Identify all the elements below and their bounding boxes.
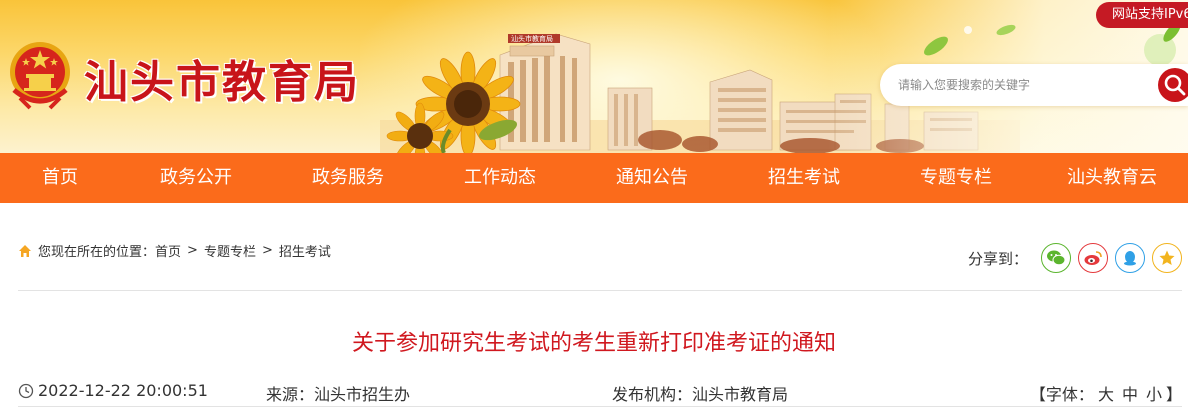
source-label: 来源： xyxy=(266,385,315,404)
search-input[interactable] xyxy=(898,74,1148,96)
content-divider xyxy=(18,290,1182,291)
nav-item-notices[interactable]: 通知公告 xyxy=(576,153,728,203)
font-size-large-button[interactable]: 大 xyxy=(1098,385,1114,404)
breadcrumb-home-link[interactable]: 首页 xyxy=(155,241,181,260)
share-wechat-button[interactable] xyxy=(1041,243,1071,273)
main-nav: 首页 政务公开 政务服务 工作动态 通知公告 招生考试 专题专栏 汕头教育云 xyxy=(0,153,1188,203)
building-sign: 汕头市教育局 xyxy=(511,34,553,43)
search-bar xyxy=(880,64,1188,106)
meta-divider xyxy=(18,406,1182,407)
publisher-label: 发布机构： xyxy=(612,385,693,404)
article-meta: 2022-12-22 20:00:51 来源：汕头市招生办 发布机构：汕头市教育… xyxy=(0,380,1188,404)
search-button[interactable] xyxy=(1158,68,1188,102)
nav-item-education-cloud[interactable]: 汕头教育云 xyxy=(1032,153,1188,203)
nav-item-work-news[interactable]: 工作动态 xyxy=(424,153,576,203)
font-size-suffix: 】 xyxy=(1165,385,1182,404)
publish-date-text: 2022-12-22 20:00:51 xyxy=(38,381,208,400)
home-icon xyxy=(19,244,31,257)
nav-item-home[interactable]: 首页 xyxy=(0,153,120,203)
source-value: 汕头市招生办 xyxy=(314,385,411,404)
ipv6-badge[interactable]: 网站支持IPv6 xyxy=(1096,2,1188,28)
article-publisher: 发布机构：汕头市教育局 xyxy=(612,381,788,405)
national-emblem-logo xyxy=(10,42,70,110)
font-size-medium-button[interactable]: 中 xyxy=(1122,385,1138,404)
article-title: 关于参加研究生考试的考生重新打印准考证的通知 xyxy=(351,331,836,356)
search-icon xyxy=(1164,74,1186,96)
nav-item-special-topics[interactable]: 专题专栏 xyxy=(880,153,1032,203)
share-qq-button[interactable] xyxy=(1115,243,1145,273)
breadcrumb-admissions-link[interactable]: 招生考试 xyxy=(279,241,331,260)
weibo-icon xyxy=(1084,251,1102,265)
share-weibo-button[interactable] xyxy=(1078,243,1108,273)
qzone-icon xyxy=(1159,250,1175,265)
share-qzone-button[interactable] xyxy=(1152,243,1182,273)
breadcrumb-prefix: 您现在所在的位置： xyxy=(38,245,156,260)
font-size-small-button[interactable]: 小 xyxy=(1146,385,1162,404)
nav-item-government-affairs[interactable]: 政务公开 xyxy=(120,153,272,203)
share-label: 分享到： xyxy=(967,249,1028,268)
breadcrumb-separator: > xyxy=(261,243,273,258)
nav-item-government-services[interactable]: 政务服务 xyxy=(272,153,424,203)
article-source: 来源：汕头市招生办 xyxy=(266,381,410,405)
header-banner: 汕头市教育局 汕头市教育局 网站支持IPv6 请输入您要搜索的关键字 xyxy=(0,0,1188,153)
breadcrumb-separator: > xyxy=(187,243,198,258)
site-title[interactable]: 汕头市教育局 xyxy=(84,46,360,110)
clock-icon xyxy=(18,383,34,398)
share-bar: 分享到： xyxy=(968,243,1182,273)
qq-icon xyxy=(1124,251,1136,266)
wechat-icon xyxy=(1047,250,1066,266)
breadcrumb: 您现在所在的位置： 首页 > 专题专栏 > 招生考试 xyxy=(18,241,331,260)
font-size-prefix: 【字体： xyxy=(1029,385,1094,404)
publisher-value: 汕头市教育局 xyxy=(692,385,789,404)
publish-date: 2022-12-22 20:00:51 xyxy=(18,381,208,400)
font-size-switcher: 【字体：大中小】 xyxy=(1030,381,1182,405)
breadcrumb-special-topics-link[interactable]: 专题专栏 xyxy=(204,241,256,260)
nav-item-admissions[interactable]: 招生考试 xyxy=(728,153,880,203)
